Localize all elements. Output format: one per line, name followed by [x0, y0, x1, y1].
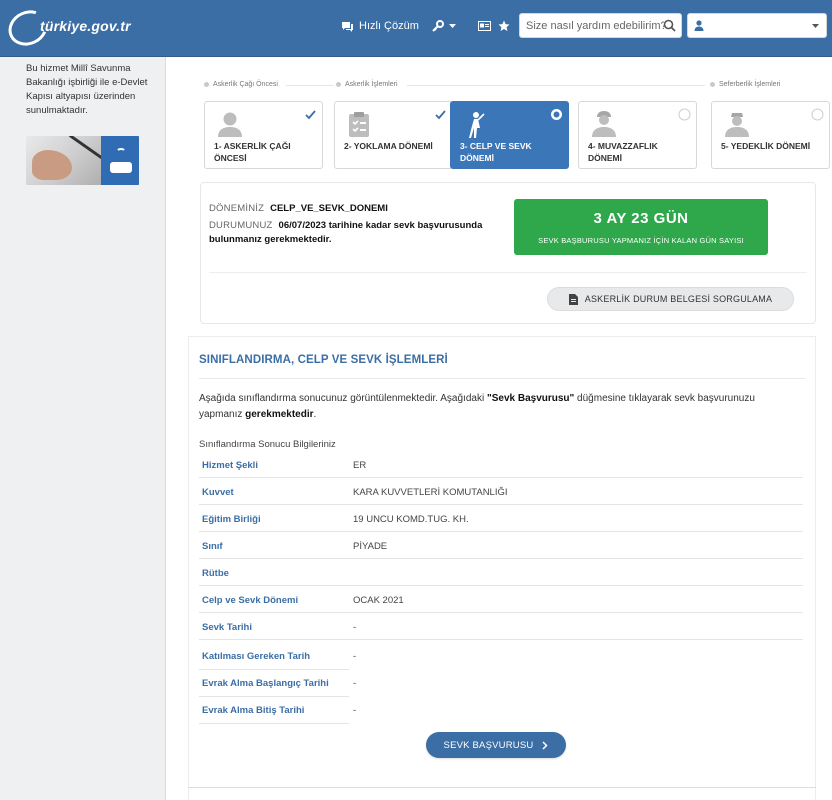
period-row: DÖNEMİNİZ CELP_VE_SEVK_DONEMI	[209, 203, 388, 214]
table-row: Eğitim Birliği 19 UNCU KOMD.TUG. KH.	[199, 506, 803, 532]
caret-down-icon	[449, 23, 456, 28]
document-icon	[568, 293, 578, 305]
reserve-soldier-icon	[725, 113, 749, 137]
favorites-button[interactable]	[498, 14, 510, 38]
step-label: 1- ASKERLİK ÇAĞI ÖNCESİ	[214, 141, 291, 163]
check-icon	[435, 110, 446, 120]
logo-text: türkiye.gov.tr	[40, 18, 131, 34]
countdown-badge: 3 AY 23 GÜN SEVK BAŞBURUSU YAPMANIZ İÇİN…	[514, 199, 768, 255]
step-label: 5- YEDEKLİK DÖNEMİ	[721, 141, 811, 151]
car-icon	[110, 162, 132, 173]
sevk-basvurusu-button[interactable]: SEVK BAŞVURUSU	[426, 732, 566, 758]
table-row: Evrak Alma Başlangıç Tarihi -	[199, 670, 803, 697]
phase-label-pre: Askerlik Çağı Öncesi	[204, 81, 278, 88]
period-value: CELP_VE_SEVK_DONEMI	[270, 203, 388, 214]
state-row: DURUMUNUZ 06/07/2023 tarihine kadar sevk …	[209, 219, 499, 247]
countdown-caption: SEVK BAŞBURUSU YAPMANIZ İÇİN KALAN GÜN S…	[538, 236, 744, 245]
search-input[interactable]	[526, 19, 664, 32]
step-yoklama-donemi[interactable]: 2- YOKLAMA DÖNEMİ	[334, 101, 453, 169]
step-askerlik-cagi-oncesi[interactable]: 1- ASKERLİK ÇAĞI ÖNCESİ	[204, 101, 323, 169]
sevk-button-label: SEVK BAŞVURUSU	[443, 739, 534, 751]
search-box	[519, 13, 682, 38]
search-icon[interactable]	[663, 19, 676, 32]
step-yedeklik-donemi[interactable]: 5- YEDEKLİK DÖNEMİ	[711, 101, 830, 169]
military-status-document-button[interactable]: ASKERLİK DURUM BELGESİ SORGULAMA	[547, 287, 794, 311]
classification-info-title: Sınıflandırma Sonucu Bilgileriniz	[199, 439, 336, 450]
step-celp-ve-sevk-donemi[interactable]: 3- CELP VE SEVK DÖNEMİ	[450, 101, 569, 169]
radio-selected-icon	[551, 109, 562, 120]
countdown-value: 3 AY 23 GÜN	[593, 210, 689, 227]
key-icon	[432, 20, 444, 32]
radio-empty-icon	[678, 108, 691, 121]
section-description: Aşağıda sınıflandırma sonucunuz görüntül…	[199, 393, 755, 420]
id-card-button[interactable]	[478, 14, 491, 38]
table-row: Celp ve Sevk Dönemi OCAK 2021	[199, 587, 803, 613]
user-menu[interactable]	[687, 13, 827, 38]
radio-empty-icon	[811, 108, 824, 121]
user-icon	[694, 20, 704, 31]
person-icon	[218, 112, 242, 137]
chat-icon	[342, 21, 353, 32]
table-row: Sınıf PİYADE	[199, 533, 803, 559]
doc-button-label: ASKERLİK DURUM BELGESİ SORGULAMA	[584, 294, 773, 304]
quick-solution-label: Hızlı Çözüm	[359, 20, 419, 32]
period-key: DÖNEMİNİZ	[209, 203, 265, 214]
caret-down-icon	[812, 24, 819, 28]
left-sidebar: Bu hizmet Millî Savunma Bakanlığı işbirl…	[0, 57, 166, 800]
quick-solution-button[interactable]: Hızlı Çözüm	[341, 14, 419, 38]
soldier-marching-icon	[469, 112, 485, 138]
step-muvazzaflik-donemi[interactable]: 4- MUVAZZAFLIK DÖNEMİ	[578, 101, 697, 169]
table-row: Katılması Gereken Tarih -	[199, 643, 803, 670]
star-icon	[498, 20, 510, 31]
state-key: DURUMUNUZ	[209, 220, 273, 231]
table-row: Kuvvet KARA KUVVETLERİ KOMUTANLIĞI	[199, 479, 803, 505]
wifi-icon	[116, 148, 126, 156]
section-title: SINIFLANDIRMA, CELP VE SEVK İŞLEMLERİ	[199, 354, 448, 366]
turkiye-gov-logo[interactable]: türkiye.gov.tr	[2, 4, 156, 52]
step-label: 2- YOKLAMA DÖNEMİ	[344, 141, 433, 151]
top-header: türkiye.gov.tr Hızlı Çözüm	[0, 0, 832, 57]
phase-label-mobilization: Seferberlik İşlemleri	[710, 81, 780, 88]
step-label: 3- CELP VE SEVK DÖNEMİ	[460, 141, 532, 163]
table-row: Evrak Alma Bitiş Tarihi -	[199, 697, 803, 724]
service-banner-image	[26, 136, 139, 185]
phase-label-ops: Askerlik İşlemleri	[336, 81, 398, 88]
chevron-right-icon	[542, 740, 549, 750]
soldier-icon	[592, 111, 616, 137]
accessibility-menu[interactable]	[432, 14, 456, 38]
check-icon	[305, 110, 316, 120]
table-row: Hizmet Şekli ER	[199, 452, 803, 478]
clipboard-icon	[349, 112, 369, 137]
step-label: 4- MUVAZZAFLIK DÖNEMİ	[588, 141, 658, 163]
table-row: Sevk Tarihi -	[199, 614, 803, 640]
id-card-icon	[478, 21, 491, 31]
service-provider-note: Bu hizmet Millî Savunma Bakanlığı işbirl…	[26, 63, 148, 116]
table-row: Rütbe	[199, 560, 803, 586]
